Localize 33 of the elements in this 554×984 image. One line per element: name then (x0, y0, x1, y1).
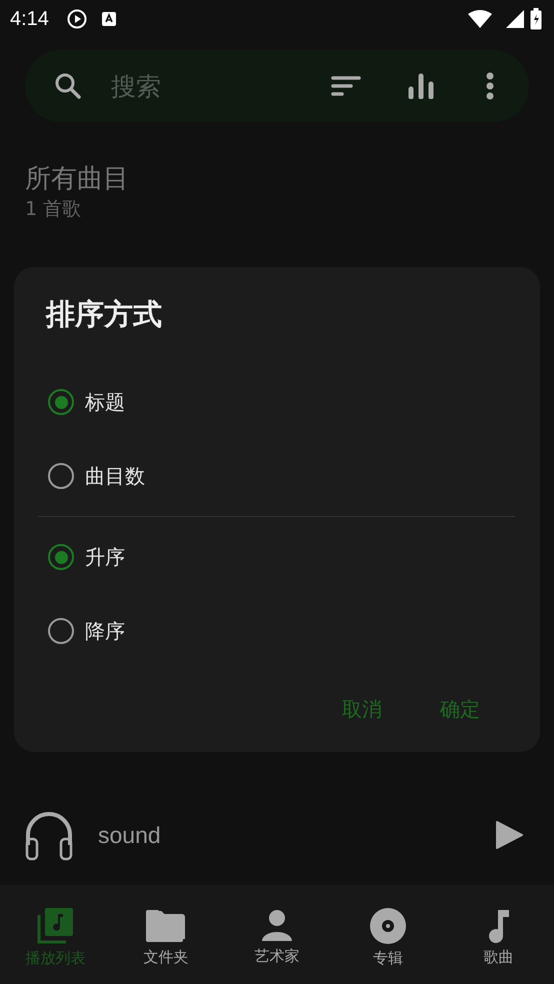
track-title: sound (98, 822, 161, 848)
dialog-title: 排序方式 (46, 296, 163, 333)
battery-icon (530, 8, 542, 30)
radio-button[interactable] (48, 618, 74, 644)
play-icon[interactable] (494, 820, 524, 850)
wifi-icon (468, 10, 492, 28)
sort-option[interactable]: 曲目数 (48, 439, 516, 513)
library-title: 所有曲目 (25, 163, 130, 196)
search-placeholder: 搜索 (111, 70, 162, 102)
nav-tab[interactable]: 歌曲 (443, 885, 554, 984)
nav-tab[interactable]: 艺术家 (222, 885, 332, 984)
play-circle-icon (66, 9, 87, 29)
radio-button[interactable] (48, 389, 74, 415)
song-count: 1 首歌 (25, 197, 82, 222)
equalizer-icon[interactable] (407, 73, 435, 99)
sort-icon[interactable] (331, 75, 361, 97)
status-time: 4:14 (10, 8, 49, 30)
radio-button[interactable] (48, 544, 74, 570)
signal-icon (506, 10, 524, 28)
more-icon[interactable] (485, 72, 495, 100)
person-icon (260, 909, 293, 943)
notification-icon (100, 11, 117, 27)
disc-icon (368, 907, 407, 945)
sort-option[interactable]: 升序 (48, 520, 516, 594)
search-icon (53, 71, 83, 101)
nav-tab[interactable]: 文件夹 (110, 885, 222, 984)
folder-icon (145, 908, 188, 944)
headphones-icon (24, 809, 74, 861)
playlist-icon (36, 907, 74, 945)
radio-button[interactable] (48, 463, 74, 489)
sort-option[interactable]: 标题 (48, 365, 516, 439)
nav-tab[interactable]: 专辑 (332, 885, 444, 984)
sort-option[interactable]: 降序 (48, 594, 516, 668)
